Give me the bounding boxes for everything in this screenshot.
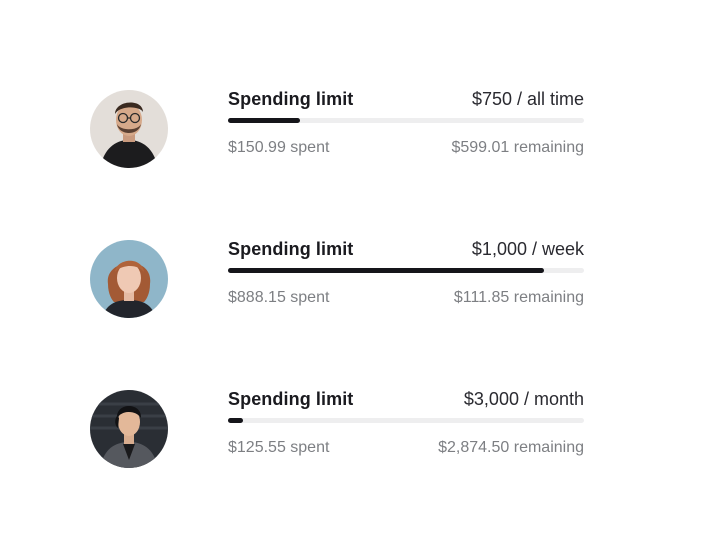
person-woman-dark-hair-avatar xyxy=(90,390,168,468)
limit-amount: $3,000 / month xyxy=(463,389,584,409)
spent-amount: $125.55 spent xyxy=(228,439,330,456)
spending-limit-title: Spending limit xyxy=(228,239,354,259)
person-man-glasses-avatar xyxy=(90,90,168,168)
remaining-amount: $599.01 remaining xyxy=(451,139,584,156)
progress-fill xyxy=(228,118,300,123)
progress-track xyxy=(228,418,584,423)
progress-fill xyxy=(228,418,243,423)
person-woman-red-hair-avatar xyxy=(90,240,168,318)
spending-limit-card: Spending limit $1,000 / week $888.15 spe… xyxy=(228,240,584,320)
spent-amount: $888.15 spent xyxy=(228,289,330,306)
progress-fill xyxy=(228,268,545,273)
spending-limit-title: Spending limit xyxy=(228,389,354,409)
spent-amount: $150.99 spent xyxy=(228,139,330,156)
remaining-amount: $2,874.50 remaining xyxy=(438,439,584,456)
progress-track xyxy=(228,268,584,273)
remaining-amount: $111.85 remaining xyxy=(453,289,584,306)
spending-limit-card: Spending limit $3,000 / month $125.55 sp… xyxy=(228,390,584,470)
spending-limit-card: Spending limit $750 / all time $150.99 s… xyxy=(228,90,584,170)
limit-amount: $1,000 / week xyxy=(471,239,584,259)
progress-track xyxy=(228,118,584,123)
limit-amount: $750 / all time xyxy=(471,89,584,109)
spending-limit-row: Spending limit $750 / all time $150.99 s… xyxy=(0,90,702,170)
spending-limit-row: Spending limit $3,000 / month $125.55 sp… xyxy=(0,390,702,470)
spending-limit-title: Spending limit xyxy=(228,89,354,109)
spending-limit-row: Spending limit $1,000 / week $888.15 spe… xyxy=(0,240,702,320)
